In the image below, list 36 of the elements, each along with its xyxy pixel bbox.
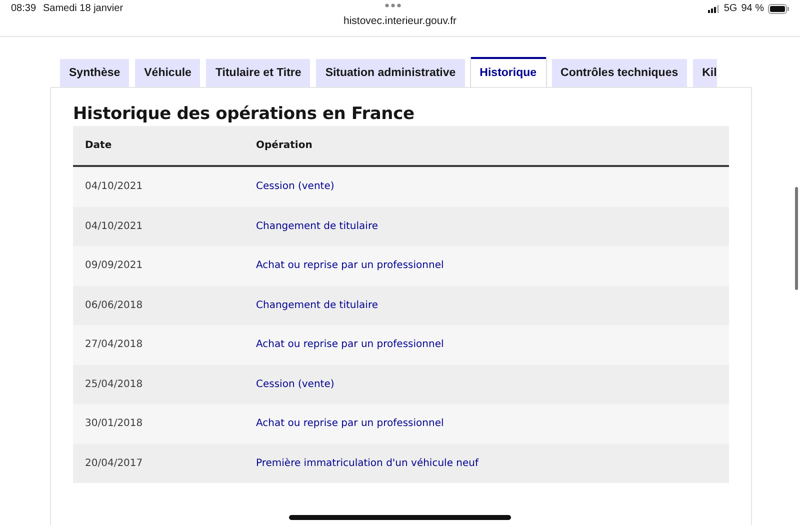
battery-level: 94 % — [741, 3, 764, 14]
tab[interactable]: Historique — [470, 57, 546, 87]
operation-link[interactable]: Changement de titulaire — [256, 300, 378, 311]
tab[interactable]: Situation administrative — [316, 59, 465, 87]
scrollbar[interactable] — [795, 187, 798, 290]
more-icon[interactable] — [385, 3, 401, 8]
home-indicator[interactable] — [289, 515, 511, 520]
date-cell: 30/01/2018 — [85, 418, 143, 430]
operation-link[interactable]: Achat ou reprise par un professionnel — [256, 260, 444, 272]
tab[interactable]: Titulaire et Titre — [206, 59, 310, 87]
network-label: 5G — [724, 3, 738, 14]
date-cell: 27/04/2018 — [85, 339, 143, 350]
status-date: Samedi 18 janvier — [43, 3, 124, 14]
operation-link[interactable]: Cession (vente) — [256, 181, 334, 192]
date-cell: 25/04/2018 — [85, 378, 143, 390]
clock-time: 08:39 — [11, 3, 36, 14]
tab[interactable]: Contrôles techniques — [552, 59, 688, 87]
operation-link[interactable]: Cession (vente) — [256, 378, 334, 390]
column-header: Date — [73, 126, 244, 166]
section-title: Historique des opérations en France — [73, 104, 414, 124]
date-cell: 20/04/2017 — [85, 458, 143, 469]
operation-link[interactable]: Achat ou reprise par un professionnel — [256, 339, 444, 350]
operation-link[interactable]: Changement de titulaire — [256, 220, 378, 232]
tab[interactable]: Synthèse — [60, 59, 130, 87]
address-bar[interactable]: histovec.interieur.gouv.fr — [343, 15, 457, 27]
tab[interactable]: Kil — [693, 59, 717, 87]
date-cell: 04/10/2021 — [85, 181, 143, 192]
column-header: Opération — [244, 126, 729, 166]
date-cell: 04/10/2021 — [85, 220, 143, 232]
operation-link[interactable]: Achat ou reprise par un professionnel — [256, 418, 444, 430]
signal-icon — [708, 4, 720, 12]
date-cell: 09/09/2021 — [85, 260, 143, 272]
battery-icon — [768, 4, 790, 14]
tab[interactable]: Véhicule — [135, 59, 200, 87]
operation-link[interactable]: Première immatriculation d'un véhicule neuf — [256, 458, 478, 469]
date-cell: 06/06/2018 — [85, 300, 143, 311]
